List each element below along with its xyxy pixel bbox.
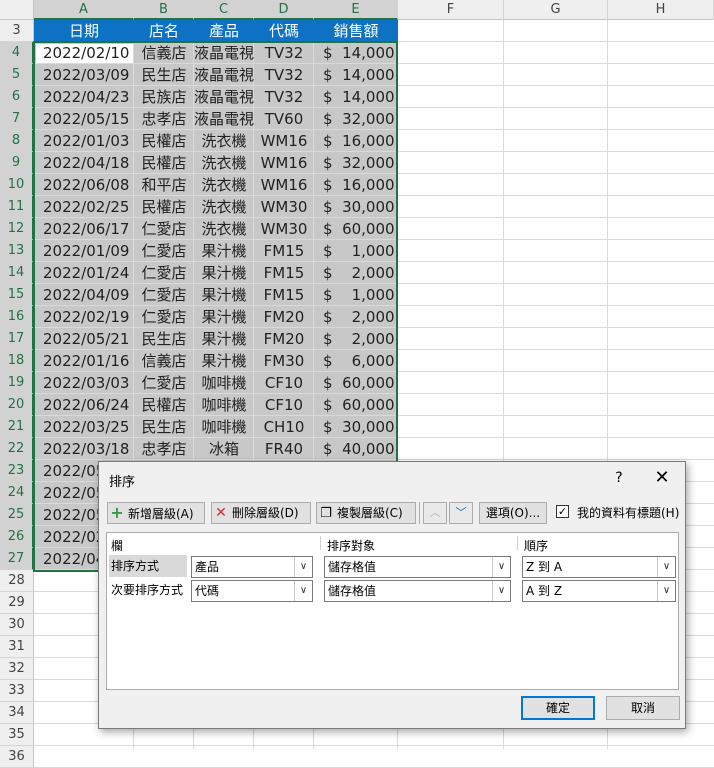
column-value: 產品 [195,560,220,574]
ok-button[interactable]: 確定 [521,696,595,720]
move-down-button[interactable]: ﹀ [449,502,473,524]
header-separator [320,536,321,550]
delete-x-icon: ✕ [215,505,227,521]
row-header-32[interactable]: 32 [0,658,34,680]
sort-dialog: 排序 ? ✕ + 新增層級(A) ✕ 刪除層級(D) ❐ 複製層級(C) ︿ ﹀ 選項… [98,461,686,729]
add-level-label: 新增層級(A) [128,507,194,521]
grid-row [34,746,714,768]
dialog-title: 排序 [109,475,136,490]
row-header-27[interactable]: 27 [0,548,34,570]
row-header-13[interactable]: 13 [0,240,34,262]
chevron-down-icon: ∨ [294,557,312,577]
column-header-d[interactable]: D [254,0,314,20]
order-value: Z 到 A [526,560,563,574]
row-header-3[interactable]: 3 [0,20,34,42]
move-up-button[interactable]: ︿ [423,502,447,524]
row-header-29[interactable]: 29 [0,592,34,614]
has-headers-checkbox[interactable]: ✓ [556,505,569,518]
row-header-15[interactable]: 15 [0,284,34,306]
column-header-c[interactable]: C [194,0,254,20]
copy-icon: ❐ [320,506,332,521]
row-header-5[interactable]: 5 [0,64,34,86]
options-button[interactable]: 選項(O)... [479,502,547,524]
chevron-down-icon: ∨ [657,581,675,601]
chevron-up-icon: ︿ [429,506,441,519]
column-header: 欄 [111,539,124,553]
column-select[interactable]: 產品 ∨ [191,556,313,578]
row-header-24[interactable]: 24 [0,482,34,504]
row-header-22[interactable]: 22 [0,438,34,460]
row-header-9[interactable]: 9 [0,152,34,174]
row-header-16[interactable]: 16 [0,306,34,328]
row-header-17[interactable]: 17 [0,328,34,350]
copy-level-button[interactable]: ❐ 複製層級(C) [316,502,416,524]
table-header-cell[interactable]: 店名 [134,20,194,42]
delete-level-label: 刪除層級(D) [232,506,299,520]
order-select[interactable]: A 到 Z ∨ [522,580,676,602]
row-header-31[interactable]: 31 [0,636,34,658]
order-select[interactable]: Z 到 A ∨ [522,556,676,578]
row-header-18[interactable]: 18 [0,350,34,372]
copy-level-label: 複製層級(C) [337,506,403,520]
sort-levels-list: 欄 排序對象 順序 排序方式 產品 ∨ 儲存格值 ∨ Z 到 A ∨ 次要排序方式 代… [106,532,679,690]
has-headers-label: 我的資料有標題(H) [577,506,680,520]
header-separator [517,536,518,550]
column-header-f[interactable]: F [398,0,504,20]
row-header-10[interactable]: 10 [0,174,34,196]
column-header-b[interactable]: B [134,0,194,20]
row-header-33[interactable]: 33 [0,680,34,702]
row-header-12[interactable]: 12 [0,218,34,240]
row-header-23[interactable]: 23 [0,460,34,482]
delete-level-button[interactable]: ✕ 刪除層級(D) [211,502,311,524]
row-header-21[interactable]: 21 [0,416,34,438]
row-header-11[interactable]: 11 [0,196,34,218]
row-header-34[interactable]: 34 [0,702,34,724]
close-icon[interactable]: ✕ [651,467,673,489]
row-header-14[interactable]: 14 [0,262,34,284]
cancel-button[interactable]: 取消 [606,696,680,720]
column-header-g[interactable]: G [504,0,608,20]
sort-on-value: 儲存格值 [328,584,377,598]
sort-on-select[interactable]: 儲存格值 ∨ [324,556,511,578]
sort-on-header: 排序對象 [327,539,376,553]
column-header-h[interactable]: H [608,0,714,20]
level-label[interactable]: 排序方式 [109,555,187,577]
chevron-down-icon: ∨ [657,557,675,577]
chevron-down-icon: ﹀ [455,506,467,519]
chevron-down-icon: ∨ [492,557,510,577]
chevron-down-icon: ∨ [294,581,312,601]
toolbar-divider [419,502,420,524]
level-label[interactable]: 次要排序方式 [109,579,183,601]
plus-icon: + [110,503,124,522]
row-header-8[interactable]: 8 [0,130,34,152]
table-header-cell[interactable]: 日期 [34,20,134,42]
row-header-26[interactable]: 26 [0,526,34,548]
column-header-a[interactable]: A [34,0,134,20]
sort-on-value: 儲存格值 [328,560,377,574]
table-header-cell[interactable]: 代碼 [254,20,314,42]
row-header-19[interactable]: 19 [0,372,34,394]
table-header-cell[interactable]: 銷售額 [314,20,398,42]
row-header-4[interactable]: 4 [0,42,34,64]
row-header-20[interactable]: 20 [0,394,34,416]
table-header-cell[interactable]: 產品 [194,20,254,42]
row-header-6[interactable]: 6 [0,86,34,108]
order-header: 順序 [524,539,549,553]
row-header-30[interactable]: 30 [0,614,34,636]
row-header-35[interactable]: 35 [0,724,34,746]
help-icon[interactable]: ? [609,468,629,488]
column-value: 代碼 [195,584,220,598]
row-header-25[interactable]: 25 [0,504,34,526]
row-header-28[interactable]: 28 [0,570,34,592]
select-all-corner[interactable] [0,0,34,20]
add-level-button[interactable]: + 新增層級(A) [107,502,205,524]
column-select[interactable]: 代碼 ∨ [191,580,313,602]
check-icon: ✓ [557,505,568,518]
row-header-7[interactable]: 7 [0,108,34,130]
sort-on-select[interactable]: 儲存格值 ∨ [324,580,511,602]
order-value: A 到 Z [526,584,563,598]
row-header-36[interactable]: 36 [0,746,34,768]
column-header-e[interactable]: E [314,0,398,20]
chevron-down-icon: ∨ [492,581,510,601]
